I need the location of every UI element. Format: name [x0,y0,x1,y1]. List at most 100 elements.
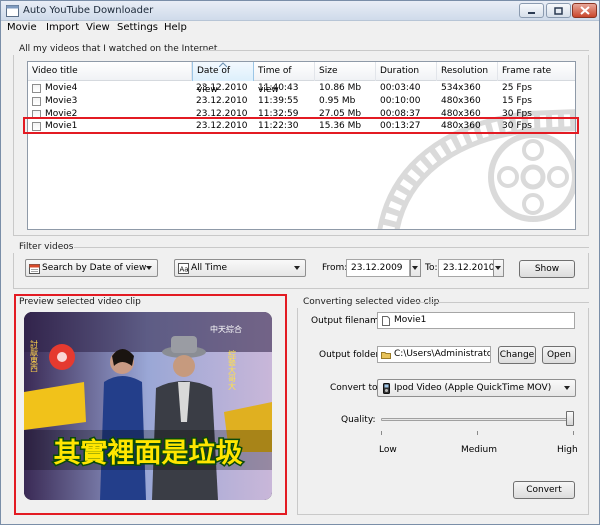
format-value: Ipod Video (Apple QuickTime MOV) [394,383,552,393]
maximize-icon [554,6,563,15]
cell-time: 11:40:43 [258,83,299,93]
maximize-button[interactable] [546,3,571,18]
filter-group-label: Filter videos [19,242,74,252]
convert-to-label: Convert to: [330,383,381,393]
row-checkbox[interactable] [32,97,41,106]
menu-view[interactable]: View [86,22,110,33]
app-window: Auto YouTube Downloader Movie Import Vie… [0,0,600,525]
cell-date: 23.12.2010 [196,96,248,106]
cell-time: 11:39:55 [258,96,299,106]
sort-indicator-icon [219,62,227,67]
cell-resolution: 480x360 [441,96,481,106]
filter-group-rule [74,247,589,248]
side-banner-text: 綜藝大哥大 [228,349,237,391]
videos-group-rule [201,50,589,51]
cell-title: Movie4 [45,83,78,93]
cell-framerate: 25 Fps [502,83,532,93]
quality-slider-thumb[interactable] [566,411,574,426]
ipod-icon [383,383,390,394]
cell-size: 0.95 Mb [319,96,356,106]
from-date-value: 23.12.2009 [351,263,403,273]
quality-medium-label: Medium [461,445,497,455]
svg-text:Aa: Aa [180,266,189,274]
quality-tick [381,431,382,435]
cell-date: 23.12.2010 [196,83,248,93]
table-row[interactable]: Movie3 23.12.2010 11:39:55 0.95 Mb 00:10… [28,95,575,108]
from-label: From: [322,263,348,273]
quality-slider-track[interactable] [381,418,574,421]
to-date-dropdown-button[interactable] [493,259,504,277]
chevron-down-icon [495,266,501,270]
folder-value: C:\Users\Administrator\Wi [394,349,490,359]
menu-help[interactable]: Help [164,22,187,33]
cell-duration: 00:03:40 [380,83,421,93]
table-header: Video title Date of view Time of view Si… [28,62,575,95]
folder-field[interactable]: C:\Users\Administrator\Wi [377,346,491,363]
app-icon [6,5,19,17]
menu-settings[interactable]: Settings [117,22,158,33]
filename-field[interactable]: Movie1 [377,312,575,329]
filter-mode-value: Search by Date of view [42,263,147,273]
selected-row-highlight [23,117,579,134]
filename-value: Movie1 [394,315,427,325]
period-dropdown[interactable]: Aa All Time [174,259,306,277]
column-header-framerate[interactable]: Frame rate [498,62,575,81]
column-header-size[interactable]: Size [315,62,376,81]
quality-low-label: Low [379,445,397,455]
cell-title: Movie3 [45,96,78,106]
channel-logo: 中天綜合 [210,324,242,334]
close-button[interactable] [572,3,597,18]
quality-high-label: High [557,445,578,455]
video-caption: 其實裡面是垃圾 [54,437,243,469]
menu-import[interactable]: Import [46,22,79,33]
folder-icon [381,352,391,359]
column-header-time[interactable]: Time of view [254,62,315,95]
calendar-icon [29,264,40,274]
menu-movie[interactable]: Movie [7,22,37,33]
column-header-title[interactable]: Video title [28,62,192,81]
to-date-field[interactable]: 23.12.2010 [438,259,495,277]
cell-duration: 00:10:00 [380,96,421,106]
cell-size: 10.86 Mb [319,83,362,93]
change-folder-button[interactable]: Change [498,346,536,364]
column-header-duration[interactable]: Duration [376,62,437,81]
text-format-icon: Aa [178,263,189,274]
to-date-value: 23.12.2010 [443,263,495,273]
cell-resolution: 534x360 [441,83,481,93]
open-folder-button[interactable]: Open [542,346,576,364]
videos-table: Video title Date of view Time of view Si… [27,61,576,230]
column-header-resolution[interactable]: Resolution [437,62,498,81]
file-icon [382,316,390,326]
video-frame-image: 中天綜合 綜藝大哥大 討厭東西 其實裡面是垃圾 [24,312,272,500]
period-value: All Time [191,263,228,273]
quality-tick [477,431,478,435]
to-label: To: [425,263,438,273]
convert-button[interactable]: Convert [513,481,575,499]
filter-mode-dropdown[interactable]: Search by Date of view [25,259,158,277]
quality-tick [573,431,574,435]
chevron-down-icon [564,386,570,390]
title-bar[interactable]: Auto YouTube Downloader [1,1,599,21]
from-date-field[interactable]: 23.12.2009 [346,259,410,277]
quality-label: Quality: [341,415,376,425]
minimize-button[interactable] [519,3,544,18]
from-date-dropdown-button[interactable] [410,259,421,277]
format-dropdown[interactable]: Ipod Video (Apple QuickTime MOV) [377,379,576,397]
chevron-down-icon [146,266,152,270]
convert-group-rule [416,302,589,303]
table-row[interactable]: Movie4 23.12.2010 11:40:43 10.86 Mb 00:0… [28,82,575,95]
filename-label: Output filename: [311,316,388,326]
chevron-down-icon [294,266,300,270]
chevron-down-icon [412,266,418,270]
window-title: Auto YouTube Downloader [23,5,154,16]
menu-bar: Movie Import View Settings Help [1,21,599,35]
videos-group-label: All my videos that I watched on the Inte… [19,44,218,54]
close-icon [579,6,590,15]
cell-framerate: 15 Fps [502,96,532,106]
minimize-icon [528,11,535,14]
folder-label: Output folder: [319,350,383,360]
side-caption-text: 討厭東西 [30,339,39,373]
video-preview[interactable]: 中天綜合 綜藝大哥大 討厭東西 其實裡面是垃圾 [24,312,272,500]
show-button[interactable]: Show [519,260,575,278]
row-checkbox[interactable] [32,84,41,93]
